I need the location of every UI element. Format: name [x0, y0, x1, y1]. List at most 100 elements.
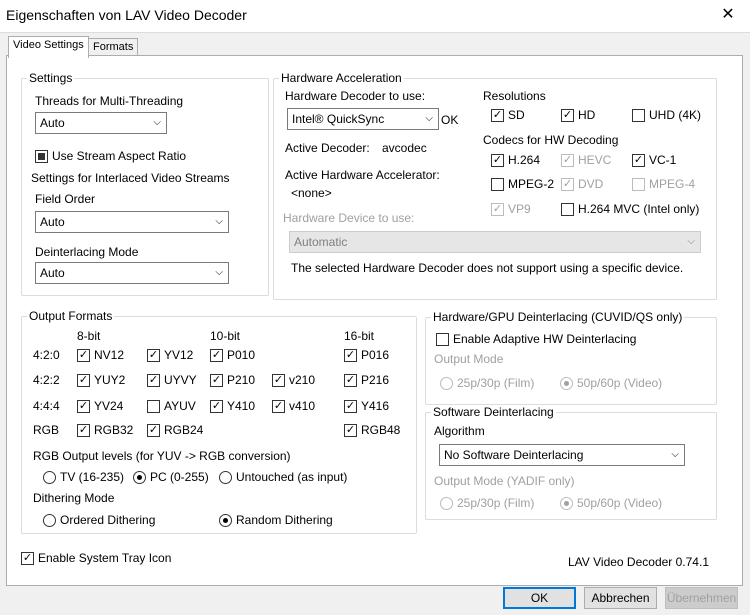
hw-decoder-select[interactable]: Intel® QuickSync ⌵ — [287, 108, 439, 130]
checkbox-box — [344, 349, 357, 362]
window-title: Eigenschaften von LAV Video Decoder — [6, 7, 247, 23]
codec-h264-label: H.264 — [508, 153, 541, 167]
level-tv-label: TV (16-235) — [60, 470, 125, 484]
checkbox-box — [491, 203, 504, 216]
deint-mode-select[interactable]: Auto ⌵ — [35, 262, 229, 284]
hwaccel-group-label: Hardware Acceleration — [279, 71, 404, 85]
checkbox-box — [77, 400, 90, 413]
sw-deint-output-mode-label: Output Mode (YADIF only) — [434, 474, 575, 488]
radio-dot — [133, 471, 146, 484]
checkbox-box — [147, 424, 160, 437]
threads-select-value: Auto — [40, 116, 65, 130]
hw-deint-video-label: 50p/60p (Video) — [577, 376, 663, 390]
hw-device-label: Hardware Device to use: — [283, 211, 415, 225]
chevron-down-icon: ⌵ — [153, 117, 161, 128]
hw-device-note: The selected Hardware Decoder does not s… — [291, 261, 684, 275]
dither-random-label: Random Dithering — [236, 513, 333, 527]
dither-ordered-label: Ordered Dithering — [60, 513, 156, 527]
fmt-p216-label: P216 — [361, 373, 390, 387]
checkbox-box — [210, 349, 223, 362]
close-icon[interactable]: ✕ — [717, 3, 739, 27]
sw-deint-algorithm-select[interactable]: No Software Deinterlacing ⌵ — [439, 444, 685, 466]
fmt-rgb24-label: RGB24 — [164, 423, 204, 437]
checkbox-box — [491, 154, 504, 167]
checkbox-box — [491, 178, 504, 191]
checkbox-box — [632, 109, 645, 122]
chevron-down-icon: ⌵ — [215, 267, 223, 278]
hw-decoder-value: Intel® QuickSync — [292, 112, 385, 126]
codec-vp9-label: VP9 — [508, 202, 531, 216]
hw-deint-output-mode-label: Output Mode — [434, 352, 504, 366]
checkbox-box — [491, 109, 504, 122]
dither-label: Dithering Mode — [33, 491, 115, 505]
hw-device-select[interactable]: Automatic ⌵ — [289, 231, 701, 253]
hw-decoder-label: Hardware Decoder to use: — [285, 89, 426, 103]
active-decoder-label: Active Decoder: — [285, 141, 370, 155]
checkbox-box — [147, 400, 160, 413]
settings-group-label: Settings — [27, 71, 75, 85]
checkbox-box — [272, 374, 285, 387]
codec-vc1-label: VC-1 — [649, 153, 677, 167]
system-tray-label: Enable System Tray Icon — [38, 551, 172, 565]
radio-dot — [43, 471, 56, 484]
threads-select[interactable]: Auto ⌵ — [35, 112, 167, 134]
fmt-rgb32-label: RGB32 — [94, 423, 134, 437]
row-422-label: 4:2:2 — [33, 373, 60, 387]
fmt-v410-label: v410 — [289, 399, 316, 413]
field-order-select[interactable]: Auto ⌵ — [35, 211, 229, 233]
checkbox-box — [35, 150, 48, 163]
radio-dot — [560, 497, 573, 510]
sw-deint-film-label: 25p/30p (Film) — [457, 496, 535, 510]
checkbox-box — [561, 178, 574, 191]
tab-formats[interactable]: Formats — [88, 38, 139, 56]
hw-deint-enable-label: Enable Adaptive HW Deinterlacing — [453, 332, 637, 346]
level-pc-label: PC (0-255) — [150, 470, 209, 484]
chevron-down-icon: ⌵ — [215, 216, 223, 227]
codec-mpeg4-label: MPEG-4 — [649, 177, 696, 191]
fmt-yv12-label: YV12 — [164, 348, 194, 362]
checkbox-box — [147, 374, 160, 387]
checkbox-box — [344, 374, 357, 387]
checkbox-box — [210, 374, 223, 387]
codec-dvd-label: DVD — [578, 177, 604, 191]
codec-hevc-label: HEVC — [578, 153, 612, 167]
cancel-button[interactable]: Abbrechen — [584, 587, 657, 609]
row-rgb-label: RGB — [33, 423, 60, 437]
radio-dot — [219, 471, 232, 484]
checkbox-box — [77, 349, 90, 362]
checkbox-box — [21, 552, 34, 565]
hw-device-value: Automatic — [294, 235, 348, 249]
checkbox-box — [561, 154, 574, 167]
checkbox-box — [77, 374, 90, 387]
apply-button[interactable]: Übernehmen — [665, 587, 738, 609]
checkbox-box — [561, 203, 574, 216]
ok-button[interactable]: OK — [503, 587, 576, 609]
checkbox-box — [561, 109, 574, 122]
interlaced-label: Settings for Interlaced Video Streams — [31, 171, 230, 185]
col-8bit-label: 8-bit — [77, 329, 101, 343]
checkbox-box — [632, 154, 645, 167]
fmt-y410-label: Y410 — [227, 399, 256, 413]
row-420-label: 4:2:0 — [33, 348, 60, 362]
codec-mvc-label: H.264 MVC (Intel only) — [578, 202, 700, 216]
fmt-v210-label: v210 — [289, 373, 316, 387]
deint-mode-label: Deinterlacing Mode — [35, 245, 139, 259]
deint-mode-value: Auto — [40, 266, 65, 280]
checkbox-box — [632, 178, 645, 191]
hw-deint-group-label: Hardware/GPU Deinterlacing (CUVID/QS onl… — [431, 310, 685, 324]
row-444-label: 4:4:4 — [33, 399, 60, 413]
res-uhd-label: UHD (4K) — [649, 108, 702, 122]
res-sd-label: SD — [508, 108, 525, 122]
radio-dot — [440, 377, 453, 390]
tab-video-settings[interactable]: Video Settings — [8, 36, 89, 58]
fmt-nv12-label: NV12 — [94, 348, 125, 362]
checkbox-box — [344, 424, 357, 437]
chevron-down-icon: ⌵ — [687, 236, 695, 247]
version-label: LAV Video Decoder 0.74.1 — [568, 555, 709, 569]
codec-mpeg2-label: MPEG-2 — [508, 177, 555, 191]
threads-label: Threads for Multi-Threading — [35, 94, 184, 108]
fmt-p210-label: P210 — [227, 373, 256, 387]
fmt-p016-label: P016 — [361, 348, 390, 362]
sw-deint-algorithm-value: No Software Deinterlacing — [444, 448, 584, 462]
fmt-rgb48-label: RGB48 — [361, 423, 401, 437]
